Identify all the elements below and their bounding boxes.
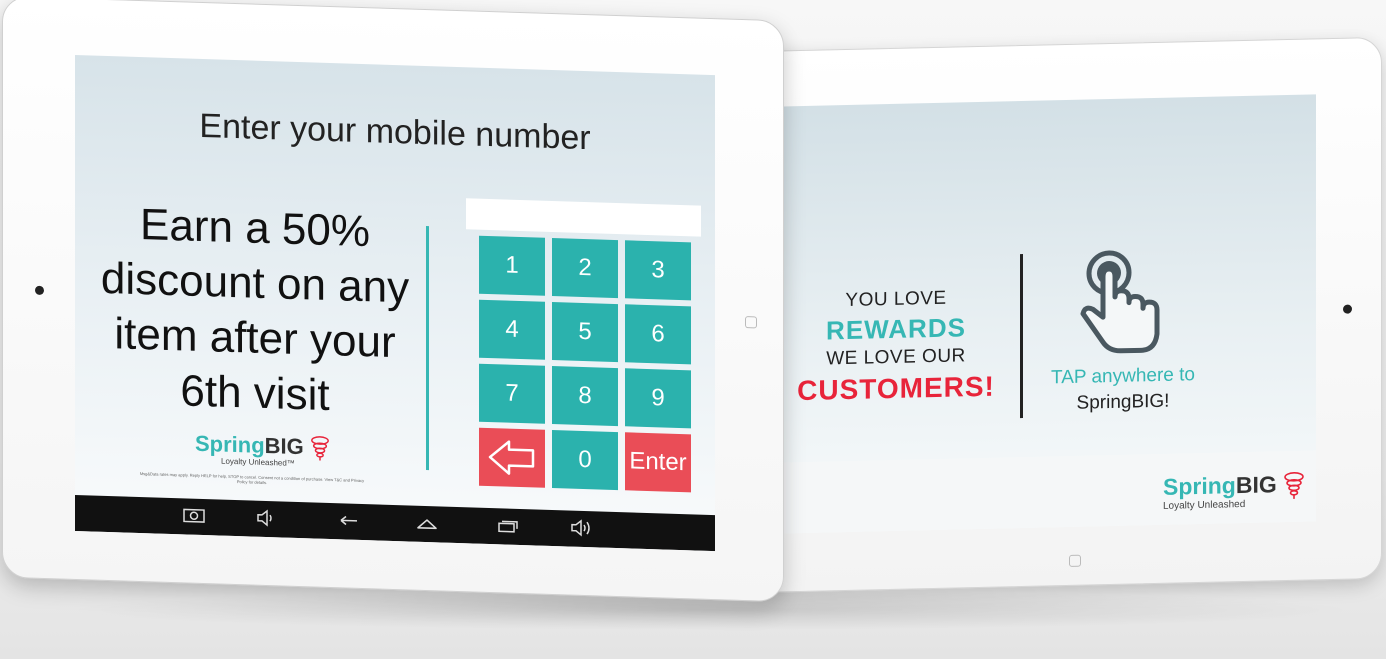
- tap-hand-icon: [1080, 250, 1160, 354]
- backspace-key[interactable]: [479, 427, 545, 488]
- tap-line-1: TAP anywhere to: [1051, 364, 1195, 389]
- love-line-4: CUSTOMERS!: [797, 370, 995, 407]
- key-7[interactable]: 7: [479, 363, 545, 424]
- promo-text: Earn a 50% discount on any item after yo…: [100, 200, 410, 421]
- key-0[interactable]: 0: [552, 429, 618, 491]
- logo-spring: Spring: [1163, 472, 1236, 500]
- springbig-logo: SpringBIG Loyalty Unleashed: [1163, 471, 1305, 512]
- love-line-2: REWARDS: [826, 312, 966, 346]
- key-6[interactable]: 6: [625, 304, 691, 365]
- volume-up-icon[interactable]: [570, 519, 592, 538]
- logo-spring: Spring: [195, 430, 265, 458]
- right-tablet-screen[interactable]: YOU LOVE REWARDS WE LOVE OUR CUSTOMERS! …: [783, 94, 1316, 534]
- page-title: Enter your mobile number: [199, 106, 591, 158]
- phone-number-input[interactable]: [466, 198, 701, 237]
- home-button[interactable]: [1069, 554, 1081, 567]
- springbig-logo: SpringBIG Loyalty Unleashed™: [195, 431, 330, 469]
- left-tablet: Enter your mobile number Earn a 50% disc…: [2, 0, 784, 603]
- key-3[interactable]: 3: [625, 240, 691, 301]
- android-nav-bar: [75, 495, 715, 552]
- key-5[interactable]: 5: [552, 301, 618, 363]
- vertical-divider: [1020, 253, 1023, 419]
- enter-key[interactable]: Enter: [625, 432, 691, 493]
- numeric-keypad: 1 2 3 4 5 6 7 8 9 0 Enter: [479, 235, 691, 493]
- home-button[interactable]: [745, 316, 757, 329]
- front-camera: [35, 285, 44, 296]
- home-icon[interactable]: [415, 514, 439, 533]
- love-message: YOU LOVE REWARDS WE LOVE OUR CUSTOMERS!: [791, 283, 1001, 408]
- back-icon[interactable]: [337, 511, 361, 530]
- back-arrow-icon: [488, 440, 535, 475]
- key-4[interactable]: 4: [479, 299, 545, 360]
- logo-big: BIG: [1235, 471, 1277, 499]
- volume-down-icon[interactable]: [256, 509, 276, 528]
- key-1[interactable]: 1: [479, 235, 545, 296]
- camera-icon[interactable]: [183, 506, 205, 523]
- tap-instruction: TAP anywhere to SpringBIG!: [1033, 362, 1213, 418]
- swirl-logo-icon: [311, 436, 329, 461]
- front-camera: [1343, 304, 1352, 314]
- left-tablet-screen: Enter your mobile number Earn a 50% disc…: [75, 55, 715, 552]
- logo-big: BIG: [264, 432, 304, 460]
- key-8[interactable]: 8: [552, 365, 618, 427]
- fine-print: Msg&Data rates may apply. Reply HELP for…: [139, 471, 365, 486]
- right-tablet: YOU LOVE REWARDS WE LOVE OUR CUSTOMERS! …: [752, 36, 1382, 594]
- key-2[interactable]: 2: [552, 237, 618, 299]
- key-9[interactable]: 9: [625, 368, 691, 429]
- recent-apps-icon[interactable]: [495, 516, 519, 535]
- tap-line-2: SpringBIG!: [1076, 390, 1170, 414]
- teal-divider: [426, 226, 429, 471]
- swirl-logo-icon: [1284, 471, 1304, 499]
